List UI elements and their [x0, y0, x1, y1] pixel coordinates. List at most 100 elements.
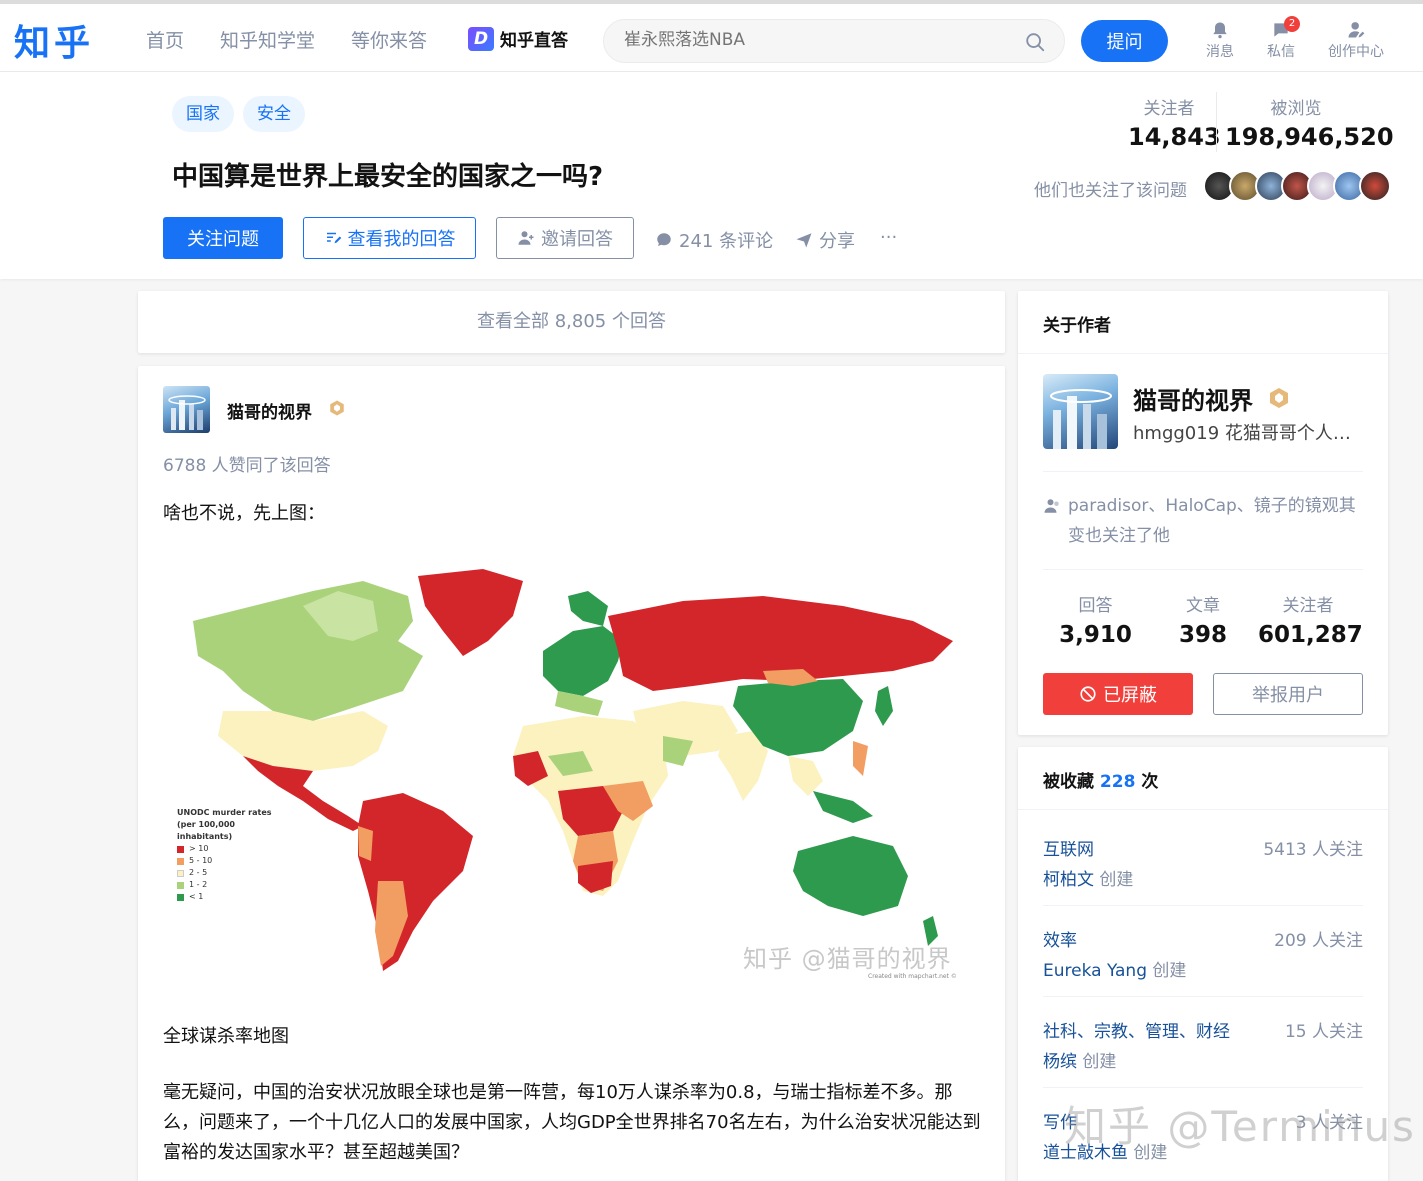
creator-suffix: 创建: [1099, 870, 1134, 890]
search-box[interactable]: [603, 19, 1065, 63]
author-followers-stat[interactable]: 关注者 601,287: [1258, 591, 1363, 648]
user-icon: [1044, 499, 1059, 513]
author-avatar[interactable]: [163, 386, 210, 433]
answer-intro: 啥也不说，先上图：: [163, 503, 325, 524]
vote-count: 6788 人赞同了该回答: [163, 456, 331, 476]
zhida-label: 知乎直答: [500, 31, 568, 51]
legend-title: UNODC murder rates (per 100,000 inhabita…: [177, 808, 272, 841]
collection-item[interactable]: 社科、宗教、管理、财经 15 人关注 杨缤 创建: [1043, 1017, 1363, 1097]
topic-tag-safety[interactable]: 安全: [243, 96, 305, 132]
collection-creator[interactable]: 道士敲木鱼 创建: [1043, 1138, 1167, 1163]
legend-item: > 10: [177, 843, 287, 855]
answer-card: 猫哥的视界 6788 人赞同了该回答 啥也不说，先上图： UNODC murde…: [138, 366, 1005, 1181]
creator-center-button[interactable]: 创作中心: [1322, 20, 1390, 61]
avatar[interactable]: [1359, 170, 1391, 202]
collections-card: 被收藏 228 次 互联网 5413 人关注 柯柏文 创建 效率 209 人关注…: [1018, 747, 1388, 1181]
ask-question-button[interactable]: 提问: [1081, 20, 1168, 62]
stat-value: 3,910: [1059, 622, 1132, 648]
legend-item: < 1: [177, 891, 287, 903]
creator-center-label: 创作中心: [1328, 44, 1384, 60]
views-label: 被浏览: [1270, 99, 1322, 119]
collection-follow-count: 15 人关注: [1284, 1022, 1363, 1042]
comments-label: 241 条评论: [679, 231, 774, 252]
collection-creator[interactable]: 杨缤 创建: [1043, 1047, 1116, 1072]
bell-icon: [1213, 22, 1227, 39]
divider: [1018, 809, 1388, 810]
collection-name[interactable]: 社科、宗教、管理、财经: [1043, 1017, 1230, 1042]
zhihu-logo[interactable]: 知乎: [14, 14, 94, 66]
collection-creator[interactable]: 柯柏文 创建: [1043, 865, 1133, 890]
collection-item[interactable]: 互联网 5413 人关注 柯柏文 创建: [1043, 835, 1363, 915]
report-user-button[interactable]: 举报用户: [1213, 673, 1363, 715]
more-options-button[interactable]: ···: [880, 227, 897, 248]
stat-value: 398: [1178, 622, 1227, 648]
collection-follow-count: 209 人关注: [1274, 931, 1363, 951]
legend-item: 5 - 10: [177, 855, 287, 867]
world-murder-rate-map[interactable]: UNODC murder rates (per 100,000 inhabita…: [163, 561, 980, 991]
map-watermark: 知乎 @猫哥的视界: [743, 945, 952, 973]
private-messages-button[interactable]: 2 私信: [1264, 16, 1300, 61]
search-icon[interactable]: [1024, 31, 1046, 53]
collection-item[interactable]: 写作 3 人关注 道士敲木鱼 创建: [1043, 1108, 1363, 1181]
invite-answer-button[interactable]: 邀请回答: [496, 217, 634, 259]
followers-value: 14,843: [1128, 123, 1221, 151]
topic-tag-country[interactable]: 国家: [172, 96, 234, 132]
blocked-label: 已屏蔽: [1103, 685, 1157, 706]
creator-suffix: 创建: [1152, 961, 1187, 981]
legend-swatch: [177, 845, 184, 853]
question-title: 中国算是世界上最安全的国家之一吗?: [172, 162, 604, 192]
collection-follow-count: 3 人关注: [1295, 1113, 1363, 1133]
nav-zhixuetang[interactable]: 知乎知学堂: [220, 26, 315, 53]
also-follow-author: paradisor、HaloCap、镜子的镜观其变也关注了他: [1043, 491, 1368, 551]
notifications-label: 消息: [1206, 44, 1234, 60]
stat-value: 601,287: [1258, 622, 1363, 648]
divider: [1043, 1087, 1363, 1088]
zhida-link[interactable]: D 知乎直答: [468, 26, 568, 51]
nav-waiting-answers[interactable]: 等你来答: [351, 26, 427, 53]
notifications-button[interactable]: 消息: [1203, 20, 1237, 61]
author-name[interactable]: 猫哥的视界: [227, 398, 312, 423]
collection-name[interactable]: 互联网: [1043, 835, 1094, 860]
search-input[interactable]: [624, 30, 1004, 50]
blocked-button[interactable]: 已屏蔽: [1043, 673, 1193, 715]
unread-badge: 2: [1284, 16, 1300, 32]
comments-button[interactable]: 241 条评论: [655, 227, 773, 253]
edit-list-icon: [326, 232, 341, 244]
author-articles-stat[interactable]: 文章 398: [1168, 591, 1238, 648]
invite-answer-label: 邀请回答: [541, 229, 613, 250]
share-button[interactable]: 分享: [795, 227, 855, 253]
share-icon: [796, 233, 812, 248]
sidebar-author-avatar[interactable]: [1043, 374, 1118, 449]
sidebar-author-name[interactable]: 猫哥的视界: [1133, 381, 1253, 416]
answer-body: 毫无疑问，中国的治安状况放眼全球也是第一阵营，每10万人谋杀率为0.8，与瑞士指…: [163, 1082, 981, 1163]
nav-home[interactable]: 首页: [146, 26, 184, 53]
creator-name[interactable]: 杨缤: [1043, 1052, 1077, 1072]
collection-creator[interactable]: Eureka Yang 创建: [1043, 956, 1186, 981]
creator-name[interactable]: 柯柏文: [1043, 870, 1094, 890]
creator-name[interactable]: 道士敲木鱼: [1043, 1143, 1128, 1163]
creator-icon: [1348, 22, 1365, 38]
question-followers-stat[interactable]: 关注者 14,843: [1128, 94, 1221, 151]
about-author-title: 关于作者: [1043, 316, 1111, 336]
map-legend: UNODC murder rates (per 100,000 inhabita…: [177, 807, 287, 903]
view-all-answers-button[interactable]: 查看全部 8,805 个回答: [138, 291, 1005, 353]
author-answers-stat[interactable]: 回答 3,910: [1058, 591, 1133, 648]
collection-name[interactable]: 写作: [1043, 1108, 1077, 1133]
legend-label: > 10: [189, 844, 209, 853]
divider: [1043, 996, 1363, 997]
about-author-card: 关于作者 猫哥的视界 hmgg019 花猫哥哥个人好... paradisor、…: [1018, 291, 1388, 735]
question-header: 国家 安全 中国算是世界上最安全的国家之一吗? 关注问题 查看我的回答 邀请回答…: [0, 72, 1423, 279]
followers-label: 关注者: [1143, 99, 1195, 119]
invite-user-icon: [518, 231, 534, 245]
creator-name[interactable]: Eureka Yang: [1043, 961, 1147, 981]
stat-label: 关注者: [1282, 596, 1334, 616]
top-navigation-bar: 知乎 首页 知乎知学堂 等你来答 D 知乎直答 提问 消息 2 私信 创作中心: [0, 0, 1423, 72]
collection-item[interactable]: 效率 209 人关注 Eureka Yang 创建: [1043, 926, 1363, 1006]
world-map-image: [193, 569, 953, 971]
view-my-answer-button[interactable]: 查看我的回答: [303, 217, 476, 259]
collection-follow-count: 5413 人关注: [1263, 840, 1363, 860]
collection-name[interactable]: 效率: [1043, 926, 1077, 951]
zhida-icon: D: [468, 26, 494, 51]
follow-question-button[interactable]: 关注问题: [163, 217, 283, 259]
view-my-answer-label: 查看我的回答: [347, 229, 456, 250]
